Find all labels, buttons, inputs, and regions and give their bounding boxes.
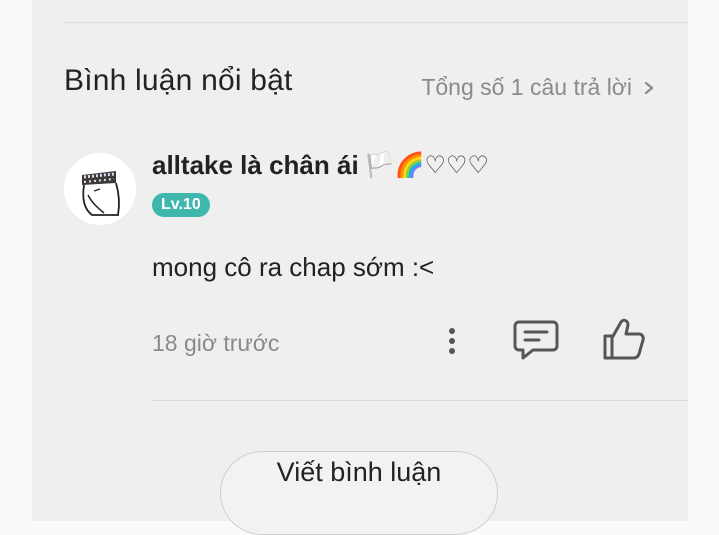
reply-comment-icon[interactable] [513,318,559,362]
avatar-image [64,153,136,225]
total-replies-label: Tổng số 1 câu trả lời [421,74,632,100]
comment-text: mong cô ra chap sớm :< [152,252,435,282]
more-vertical-icon[interactable] [442,322,462,360]
write-comment-label: Viết bình luận [276,457,442,487]
total-replies-link[interactable]: Tổng số 1 câu trả lời [421,74,656,101]
comment-divider [152,400,688,401]
chevron-right-icon [644,81,654,94]
avatar[interactable] [64,153,136,225]
comment-time: 18 giờ trước [152,330,280,356]
username-text: alltake là chân ái [152,150,359,180]
username-emojis: 🏳️🌈♡♡♡ [364,152,489,179]
comments-panel: Bình luận nổi bật Tổng số 1 câu trả lời … [32,0,688,535]
section-title: Bình luận nổi bật [64,64,293,97]
thumbs-up-icon[interactable] [601,316,647,362]
comment-username[interactable]: alltake là chân ái 🏳️🌈♡♡♡ [152,150,489,181]
write-comment-button[interactable]: Viết bình luận [220,451,498,535]
top-divider [64,22,688,23]
level-badge: Lv.10 [152,193,210,217]
